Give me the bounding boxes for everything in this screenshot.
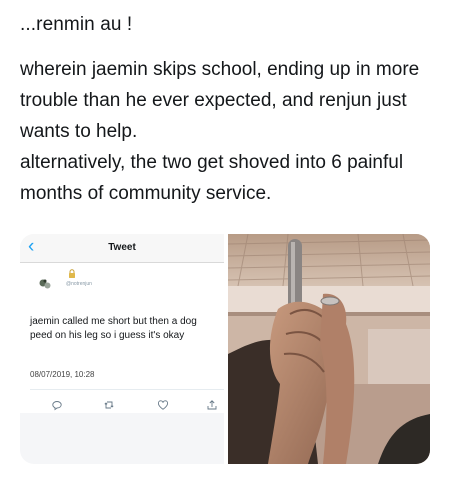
post-title: ...renmin au ! [20, 14, 133, 35]
avatar[interactable] [38, 277, 52, 291]
tweet-header: ‹ Tweet [20, 234, 224, 263]
subway-photo[interactable] [228, 234, 430, 464]
post-paragraph-2: alternatively, the two get shoved into 6… [20, 152, 404, 204]
divider [30, 389, 224, 390]
lock-icon [69, 269, 75, 278]
like-icon[interactable] [157, 399, 169, 411]
tweet-body: @notrenjun jaemin called me short but th… [20, 263, 224, 413]
tweet-actions [20, 399, 224, 413]
post-paragraph-1: wherein jaemin skips school, ending up i… [20, 59, 420, 142]
media-grid[interactable]: ‹ Tweet @notrenjun jaemin called me shor… [20, 234, 430, 464]
reply-icon[interactable] [51, 399, 63, 411]
tweet-text: jaemin called me short but then a dog pe… [30, 316, 197, 341]
tweet-timestamp: 08/07/2019, 10:28 [30, 370, 95, 379]
retweet-icon[interactable] [103, 399, 115, 411]
tweet-screenshot[interactable]: ‹ Tweet @notrenjun jaemin called me shor… [20, 234, 224, 464]
share-icon[interactable] [206, 399, 218, 411]
tweet-handle[interactable]: @notrenjun [66, 281, 92, 287]
tweet-header-title: Tweet [108, 242, 136, 253]
